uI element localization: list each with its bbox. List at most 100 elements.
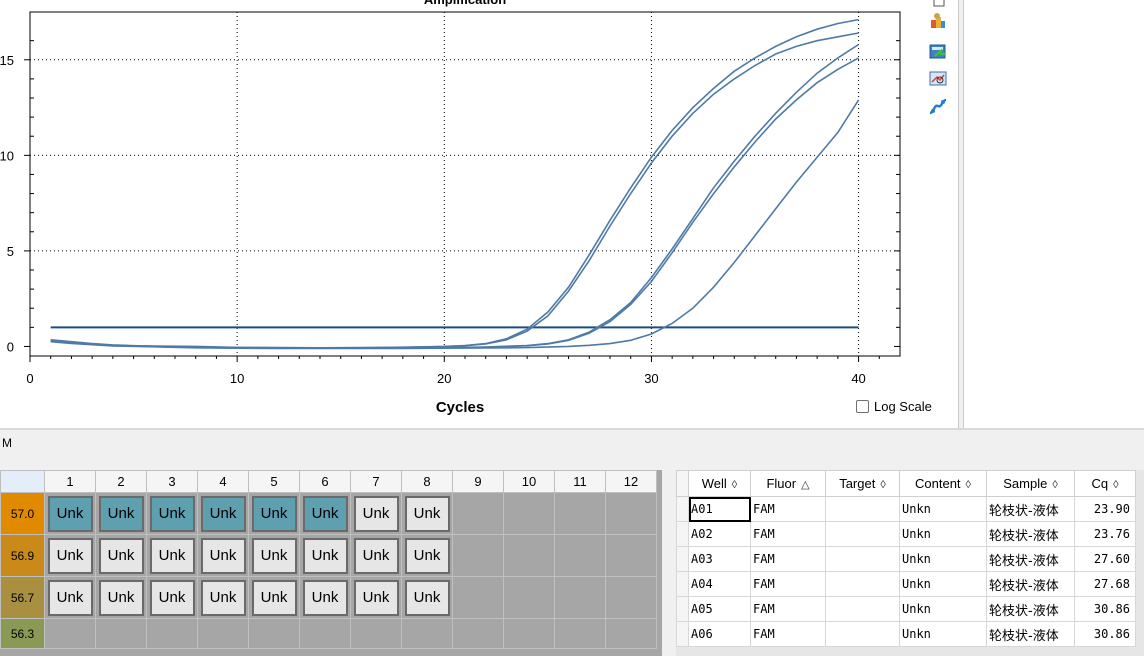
plate-well[interactable]: Unk: [350, 492, 402, 535]
plate-well[interactable]: Unk: [95, 534, 147, 577]
cell-sample[interactable]: 轮枝状-液体: [986, 521, 1075, 547]
cell-target[interactable]: [825, 621, 900, 647]
log-scale-checkbox[interactable]: [856, 400, 869, 413]
column-header-content[interactable]: Content ◊: [899, 470, 987, 497]
plate-corner[interactable]: [0, 470, 45, 493]
table-row[interactable]: A04 FAM Unkn 轮枝状-液体 27.68: [676, 571, 1136, 597]
plate-well[interactable]: Unk: [248, 492, 300, 535]
column-header-cq[interactable]: Cq ◊: [1074, 470, 1136, 497]
row-selector[interactable]: [676, 621, 689, 647]
row-selector[interactable]: [676, 496, 689, 522]
sort-indicator-icon[interactable]: △: [801, 479, 809, 491]
plate-column-header[interactable]: 8: [401, 470, 453, 493]
plate-column-header[interactable]: 2: [95, 470, 147, 493]
plate-column-header[interactable]: 11: [554, 470, 606, 493]
cell-target[interactable]: [825, 496, 900, 522]
row-selector[interactable]: [676, 521, 689, 547]
plate-well[interactable]: Unk: [146, 534, 198, 577]
cell-fluor[interactable]: FAM: [750, 621, 826, 647]
plate-well[interactable]: Unk: [299, 492, 351, 535]
curve-icon[interactable]: [928, 98, 948, 116]
copy-icon[interactable]: [928, 0, 948, 10]
plate-well-empty[interactable]: [605, 618, 657, 649]
cell-fluor[interactable]: FAM: [750, 521, 826, 547]
cell-target[interactable]: [825, 571, 900, 597]
row-selector[interactable]: [676, 571, 689, 597]
plate-well-empty[interactable]: [95, 618, 147, 649]
plate-well-empty[interactable]: [452, 534, 504, 577]
cell-cq[interactable]: 27.60: [1074, 546, 1136, 572]
plate-well[interactable]: Unk: [146, 492, 198, 535]
plate-well-empty[interactable]: [503, 576, 555, 619]
plate-column-header[interactable]: 5: [248, 470, 300, 493]
plate-well[interactable]: Unk: [44, 534, 96, 577]
cell-content[interactable]: Unkn: [899, 546, 987, 572]
plate-well[interactable]: Unk: [248, 534, 300, 577]
sort-indicator-icon[interactable]: ◊: [732, 479, 737, 491]
plate-column-header[interactable]: 10: [503, 470, 555, 493]
plate-well-empty[interactable]: [554, 534, 606, 577]
plate-well[interactable]: Unk: [401, 534, 453, 577]
sort-indicator-icon[interactable]: ◊: [966, 479, 971, 491]
cell-sample[interactable]: 轮枝状-液体: [986, 596, 1075, 622]
row-selector[interactable]: [676, 546, 689, 572]
plate-well-empty[interactable]: [248, 618, 300, 649]
plate-well-empty[interactable]: [503, 618, 555, 649]
plate-well[interactable]: Unk: [44, 576, 96, 619]
cell-well[interactable]: A01: [688, 496, 751, 522]
cell-well[interactable]: A03: [688, 546, 751, 572]
cell-cq[interactable]: 23.90: [1074, 496, 1136, 522]
cell-cq[interactable]: 27.68: [1074, 571, 1136, 597]
plate-well[interactable]: Unk: [44, 492, 96, 535]
plate-well-empty[interactable]: [503, 492, 555, 535]
table-row[interactable]: A05 FAM Unkn 轮枝状-液体 30.86: [676, 596, 1136, 622]
table-row[interactable]: A02 FAM Unkn 轮枝状-液体 23.76: [676, 521, 1136, 547]
cell-well[interactable]: A04: [688, 571, 751, 597]
column-header-target[interactable]: Target ◊: [825, 470, 900, 497]
column-header-well[interactable]: Well ◊: [688, 470, 751, 497]
cell-cq[interactable]: 23.76: [1074, 521, 1136, 547]
plate-row-header[interactable]: 56.9: [0, 534, 45, 577]
table-row[interactable]: A06 FAM Unkn 轮枝状-液体 30.86: [676, 621, 1136, 647]
cell-fluor[interactable]: FAM: [750, 496, 826, 522]
plate-well[interactable]: Unk: [197, 576, 249, 619]
table-row[interactable]: A01 FAM Unkn 轮枝状-液体 23.90: [676, 496, 1136, 522]
plate-row-header[interactable]: 56.3: [0, 618, 45, 649]
column-header-fluor[interactable]: Fluor △: [750, 470, 826, 497]
plate-row-header[interactable]: 57.0: [0, 492, 45, 535]
plate-well[interactable]: Unk: [197, 492, 249, 535]
sort-indicator-icon[interactable]: ◊: [880, 479, 885, 491]
sort-indicator-icon[interactable]: ◊: [1052, 479, 1057, 491]
plate-well-empty[interactable]: [44, 618, 96, 649]
plate-well[interactable]: Unk: [401, 492, 453, 535]
sort-indicator-icon[interactable]: ◊: [1113, 479, 1118, 491]
cell-target[interactable]: [825, 546, 900, 572]
plate-well-empty[interactable]: [605, 576, 657, 619]
cell-sample[interactable]: 轮枝状-液体: [986, 546, 1075, 572]
plate-well-empty[interactable]: [197, 618, 249, 649]
plate-well[interactable]: Unk: [146, 576, 198, 619]
plate-well-empty[interactable]: [554, 618, 606, 649]
plate-well-empty[interactable]: [401, 618, 453, 649]
plate-well-empty[interactable]: [146, 618, 198, 649]
cell-sample[interactable]: 轮枝状-液体: [986, 571, 1075, 597]
plate-column-header[interactable]: 4: [197, 470, 249, 493]
plate-well[interactable]: Unk: [248, 576, 300, 619]
cell-target[interactable]: [825, 596, 900, 622]
plate-column-header[interactable]: 3: [146, 470, 198, 493]
plate-well[interactable]: Unk: [401, 576, 453, 619]
cell-fluor[interactable]: FAM: [750, 571, 826, 597]
plate-well-empty[interactable]: [299, 618, 351, 649]
cell-cq[interactable]: 30.86: [1074, 596, 1136, 622]
cell-well[interactable]: A06: [688, 621, 751, 647]
table-row[interactable]: A03 FAM Unkn 轮枝状-液体 27.60: [676, 546, 1136, 572]
plate-well-empty[interactable]: [503, 534, 555, 577]
cell-content[interactable]: Unkn: [899, 496, 987, 522]
cell-fluor[interactable]: FAM: [750, 596, 826, 622]
cell-content[interactable]: Unkn: [899, 596, 987, 622]
plate-well[interactable]: Unk: [95, 492, 147, 535]
cell-fluor[interactable]: FAM: [750, 546, 826, 572]
plate-row-header[interactable]: 56.7: [0, 576, 45, 619]
plate-well[interactable]: Unk: [95, 576, 147, 619]
plate-well[interactable]: Unk: [299, 576, 351, 619]
